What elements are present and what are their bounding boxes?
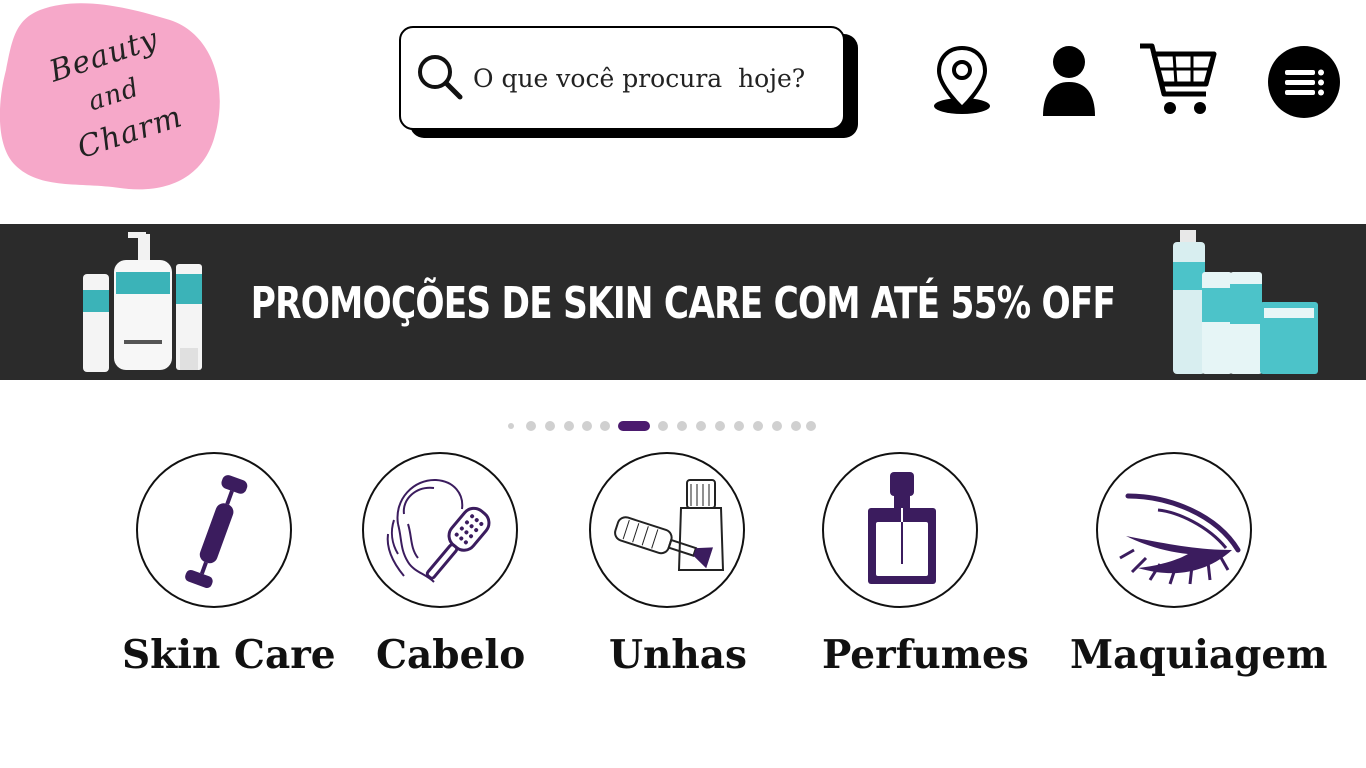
category-label: Perfumes <box>822 632 1029 678</box>
category-perfumes[interactable]: Perfumes <box>822 452 1029 678</box>
category-maquiagem[interactable]: Maquiagem <box>1070 452 1328 678</box>
eyelash-icon <box>1119 493 1241 585</box>
location-pin-icon[interactable] <box>932 44 992 116</box>
carousel-dot[interactable] <box>600 421 610 431</box>
category-label: Cabelo <box>376 632 526 678</box>
category-label: Skin Care <box>122 632 336 678</box>
category-skin-care[interactable]: Skin Care <box>122 452 336 678</box>
carousel-dot[interactable] <box>696 421 706 431</box>
neutrogena-products-image <box>1173 230 1318 374</box>
promo-banner[interactable]: PROMOÇÕES DE SKIN CARE COM ATÉ 55% OFF <box>0 224 1366 380</box>
carousel-dot[interactable] <box>753 421 763 431</box>
category-label: Unhas <box>609 632 747 678</box>
hair-brush-icon <box>386 478 491 583</box>
carousel-dot[interactable] <box>582 421 592 431</box>
category-unhas[interactable]: Unhas <box>589 452 747 678</box>
perfume-bottle-icon <box>868 472 936 584</box>
carousel-dot[interactable] <box>564 421 574 431</box>
carousel-dot[interactable] <box>526 421 536 431</box>
carousel-dot[interactable] <box>772 421 782 431</box>
carousel-dot[interactable] <box>715 421 725 431</box>
search-icon[interactable] <box>415 52 463 100</box>
nail-polish-icon <box>614 479 725 571</box>
search-input[interactable] <box>473 56 833 100</box>
search-bar[interactable] <box>399 26 845 130</box>
carousel-dot[interactable] <box>658 421 668 431</box>
carousel-dot-active[interactable] <box>618 421 650 431</box>
carousel-dot[interactable] <box>791 421 801 431</box>
carousel-dot[interactable] <box>545 421 555 431</box>
category-label: Maquiagem <box>1070 632 1328 678</box>
cart-icon[interactable] <box>1138 40 1218 118</box>
carousel-dot[interactable] <box>734 421 744 431</box>
logo[interactable]: Beauty and Charm <box>0 0 225 195</box>
menu-icon[interactable] <box>1268 46 1340 118</box>
carousel-dot[interactable] <box>508 423 514 429</box>
user-icon[interactable] <box>1040 44 1098 116</box>
carousel-dot[interactable] <box>677 421 687 431</box>
banner-title: PROMOÇÕES DE SKIN CARE COM ATÉ 55% OFF <box>250 278 1116 329</box>
face-roller-icon <box>185 475 248 589</box>
category-cabelo[interactable]: Cabelo <box>362 452 525 678</box>
carousel-dot[interactable] <box>806 421 816 431</box>
